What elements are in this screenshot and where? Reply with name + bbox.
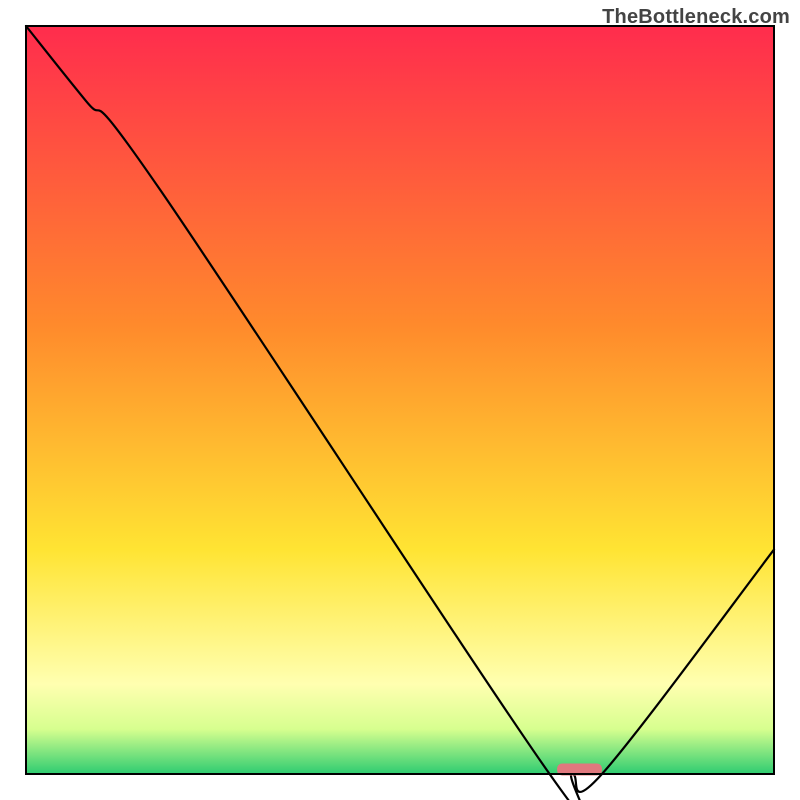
chart-svg (0, 0, 800, 800)
gradient-background (26, 26, 774, 774)
plot-area (26, 26, 774, 800)
bottleneck-chart: TheBottleneck.com (0, 0, 800, 800)
